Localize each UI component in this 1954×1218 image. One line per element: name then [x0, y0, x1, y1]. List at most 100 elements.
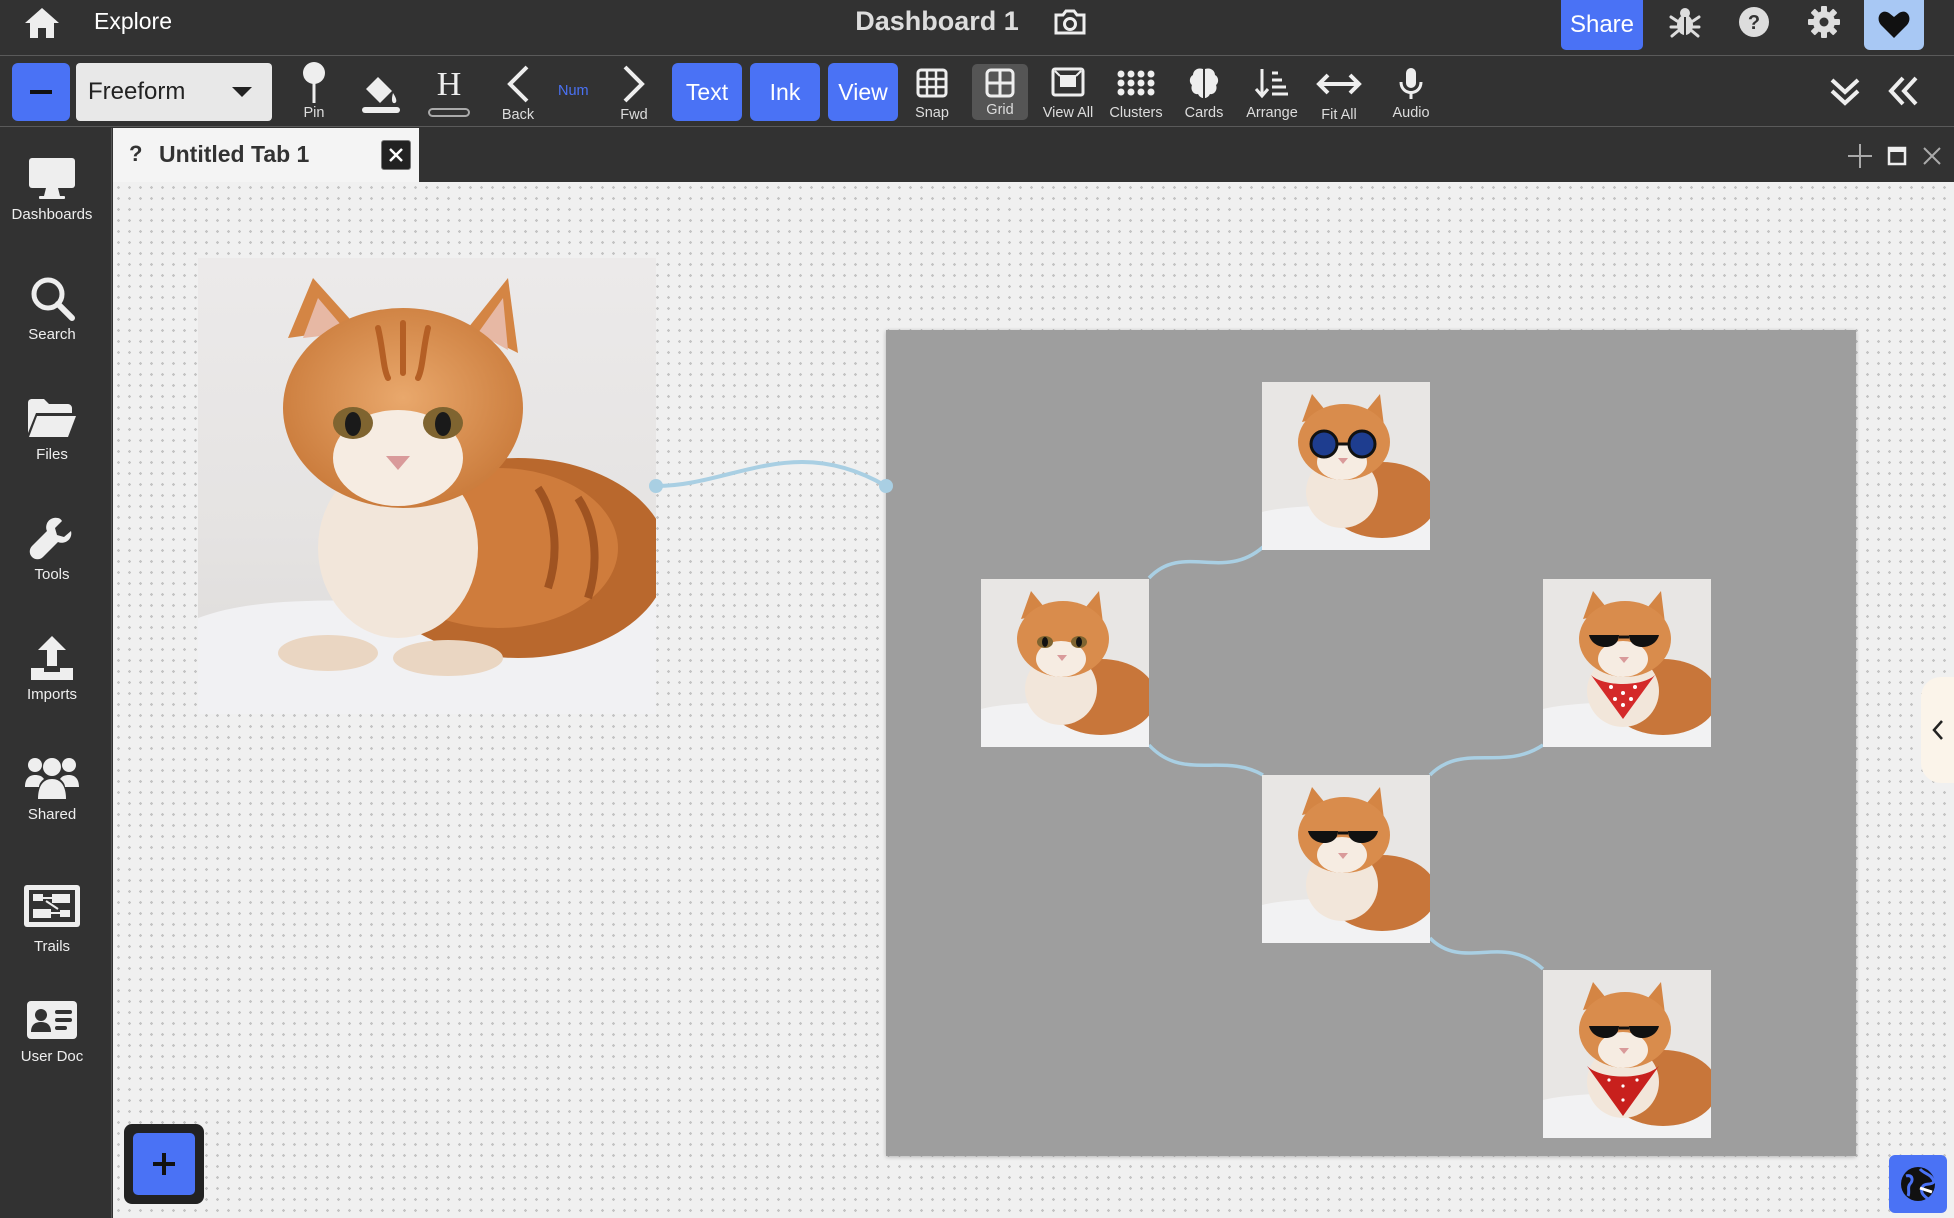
sidebar-item-trails[interactable]: Trails [0, 876, 104, 955]
sidebar-item-shared[interactable]: Shared [0, 752, 104, 823]
users-icon [25, 758, 79, 799]
clusters-icon [1117, 70, 1155, 96]
snap-label: Snap [915, 105, 949, 121]
sidebar-item-dashboards[interactable]: Dashboards [0, 152, 104, 223]
toolbar: Freeform Pin H Back Num Fwd Text Ink Vie… [0, 57, 1954, 127]
pin-icon [303, 62, 325, 103]
cat-thumb-black-sunglasses[interactable] [1262, 775, 1430, 943]
fit-all-tool[interactable]: Fit All [1312, 61, 1366, 123]
heart-icon [1878, 11, 1910, 38]
clusters-tool[interactable]: Clusters [1106, 61, 1166, 123]
cat-thumb-sunglasses-red-bandana[interactable] [1543, 970, 1711, 1138]
sidebar-item-label: Imports [26, 686, 77, 703]
favorite-button[interactable] [1864, 0, 1924, 50]
horizontal-arrows-icon [1316, 73, 1362, 95]
chevron-right-icon [623, 65, 645, 103]
view-mode-button[interactable]: View [828, 63, 898, 121]
debug-button[interactable] [1663, 2, 1707, 42]
cat-thumb-sunglasses-bandana[interactable] [1543, 579, 1711, 747]
bug-icon [1669, 8, 1701, 38]
paint-bucket-icon [362, 77, 400, 113]
close-pane-button[interactable] [1918, 142, 1946, 170]
add-document-button[interactable] [124, 1124, 204, 1204]
grid-icon [985, 68, 1015, 98]
close-icon [1923, 147, 1941, 165]
audio-tool[interactable]: Audio [1386, 61, 1436, 123]
overlay-globe-button[interactable] [1889, 1155, 1947, 1213]
view-all-label: View All [1042, 105, 1094, 121]
collapse-toolbar-button[interactable] [12, 63, 70, 121]
ink-mode-button[interactable]: Ink [750, 63, 820, 121]
grid-label: Grid [986, 102, 1014, 118]
tab-untitled-1[interactable]: ? Untitled Tab 1 [113, 128, 419, 182]
sidebar-item-files[interactable]: Files [0, 392, 104, 463]
back-button[interactable]: Back [496, 61, 540, 123]
globe-icon [1901, 1167, 1936, 1201]
maximize-icon [1887, 146, 1907, 166]
double-chevron-down-icon [1830, 78, 1860, 106]
snap-tool[interactable]: Snap [908, 61, 956, 123]
settings-button[interactable] [1802, 2, 1846, 42]
sidebar-item-label: Shared [27, 806, 77, 823]
plus-thin-icon [1848, 144, 1872, 168]
left-sidebar: Dashboards Search Files Tools Imports Sh… [0, 128, 112, 1218]
audio-label: Audio [1392, 105, 1430, 121]
camera-icon [1054, 9, 1086, 35]
close-icon [389, 148, 403, 162]
heading-tool[interactable]: H [426, 61, 472, 123]
cards-tool[interactable]: Cards [1180, 61, 1228, 123]
arrange-tool[interactable]: Arrange [1242, 61, 1302, 123]
maximize-pane-button[interactable] [1883, 142, 1911, 170]
help-button[interactable]: ? [1732, 2, 1776, 42]
tab-status-indicator: ? [129, 141, 143, 166]
view-all-tool[interactable]: View All [1040, 61, 1096, 123]
snap-grid-icon [916, 68, 948, 98]
id-card-icon [27, 1001, 77, 1039]
expand-toolbar-button[interactable] [1823, 69, 1867, 113]
monitor-icon [29, 158, 75, 199]
snapshot-button[interactable] [1050, 5, 1090, 39]
cat-thumb-plain[interactable] [981, 579, 1149, 747]
search-icon [31, 277, 75, 321]
sidebar-item-user-doc[interactable]: User Doc [0, 994, 104, 1065]
cat-photo-main[interactable] [198, 258, 656, 714]
heading-underline-icon [428, 107, 470, 117]
sidebar-item-label: Dashboards [11, 206, 93, 223]
wrench-icon [29, 517, 72, 560]
freeform-canvas[interactable] [113, 182, 1954, 1218]
fill-tool[interactable] [356, 61, 406, 123]
sidebar-item-imports[interactable]: Imports [0, 632, 104, 703]
view-mode-value: Freeform [88, 78, 186, 105]
sidebar-item-search[interactable]: Search [0, 272, 104, 343]
forward-button[interactable]: Fwd [612, 61, 656, 123]
share-button[interactable]: Share [1561, 0, 1643, 50]
home-button[interactable] [20, 4, 64, 42]
cards-label: Cards [1184, 105, 1224, 121]
home-icon [25, 8, 59, 38]
cat-photo-image [198, 258, 656, 714]
cat-thumb-blue-sunglasses[interactable] [1262, 382, 1430, 550]
sidebar-item-label: User Doc [20, 1048, 84, 1065]
chevron-left-icon [507, 65, 529, 103]
view-mode-select[interactable]: Freeform [76, 63, 272, 121]
explore-link[interactable]: Explore [94, 8, 172, 35]
split-pane-button[interactable] [1846, 142, 1874, 170]
tab-close-button[interactable] [381, 140, 411, 170]
trails-icon [24, 885, 80, 927]
properties-panel-toggle[interactable] [1921, 677, 1954, 783]
collapse-panel-button[interactable] [1882, 69, 1926, 113]
fwd-label: Fwd [620, 107, 648, 123]
chevron-left-icon [1931, 720, 1943, 740]
link-main-to-collection[interactable] [655, 460, 888, 488]
grid-tool[interactable]: Grid [972, 64, 1028, 120]
gear-icon [1808, 6, 1840, 38]
text-mode-button[interactable]: Text [672, 63, 742, 121]
back-label: Back [501, 107, 535, 123]
double-chevron-left-icon [1888, 76, 1918, 106]
help-icon: ? [1739, 7, 1769, 37]
plus-icon [153, 1153, 175, 1175]
sidebar-item-tools[interactable]: Tools [0, 512, 104, 583]
num-toggle[interactable]: Num [558, 83, 589, 99]
pin-tool[interactable]: Pin [296, 61, 332, 123]
app-root: Explore Dashboard 1 Share ? Freeform Pin… [0, 0, 1954, 1218]
